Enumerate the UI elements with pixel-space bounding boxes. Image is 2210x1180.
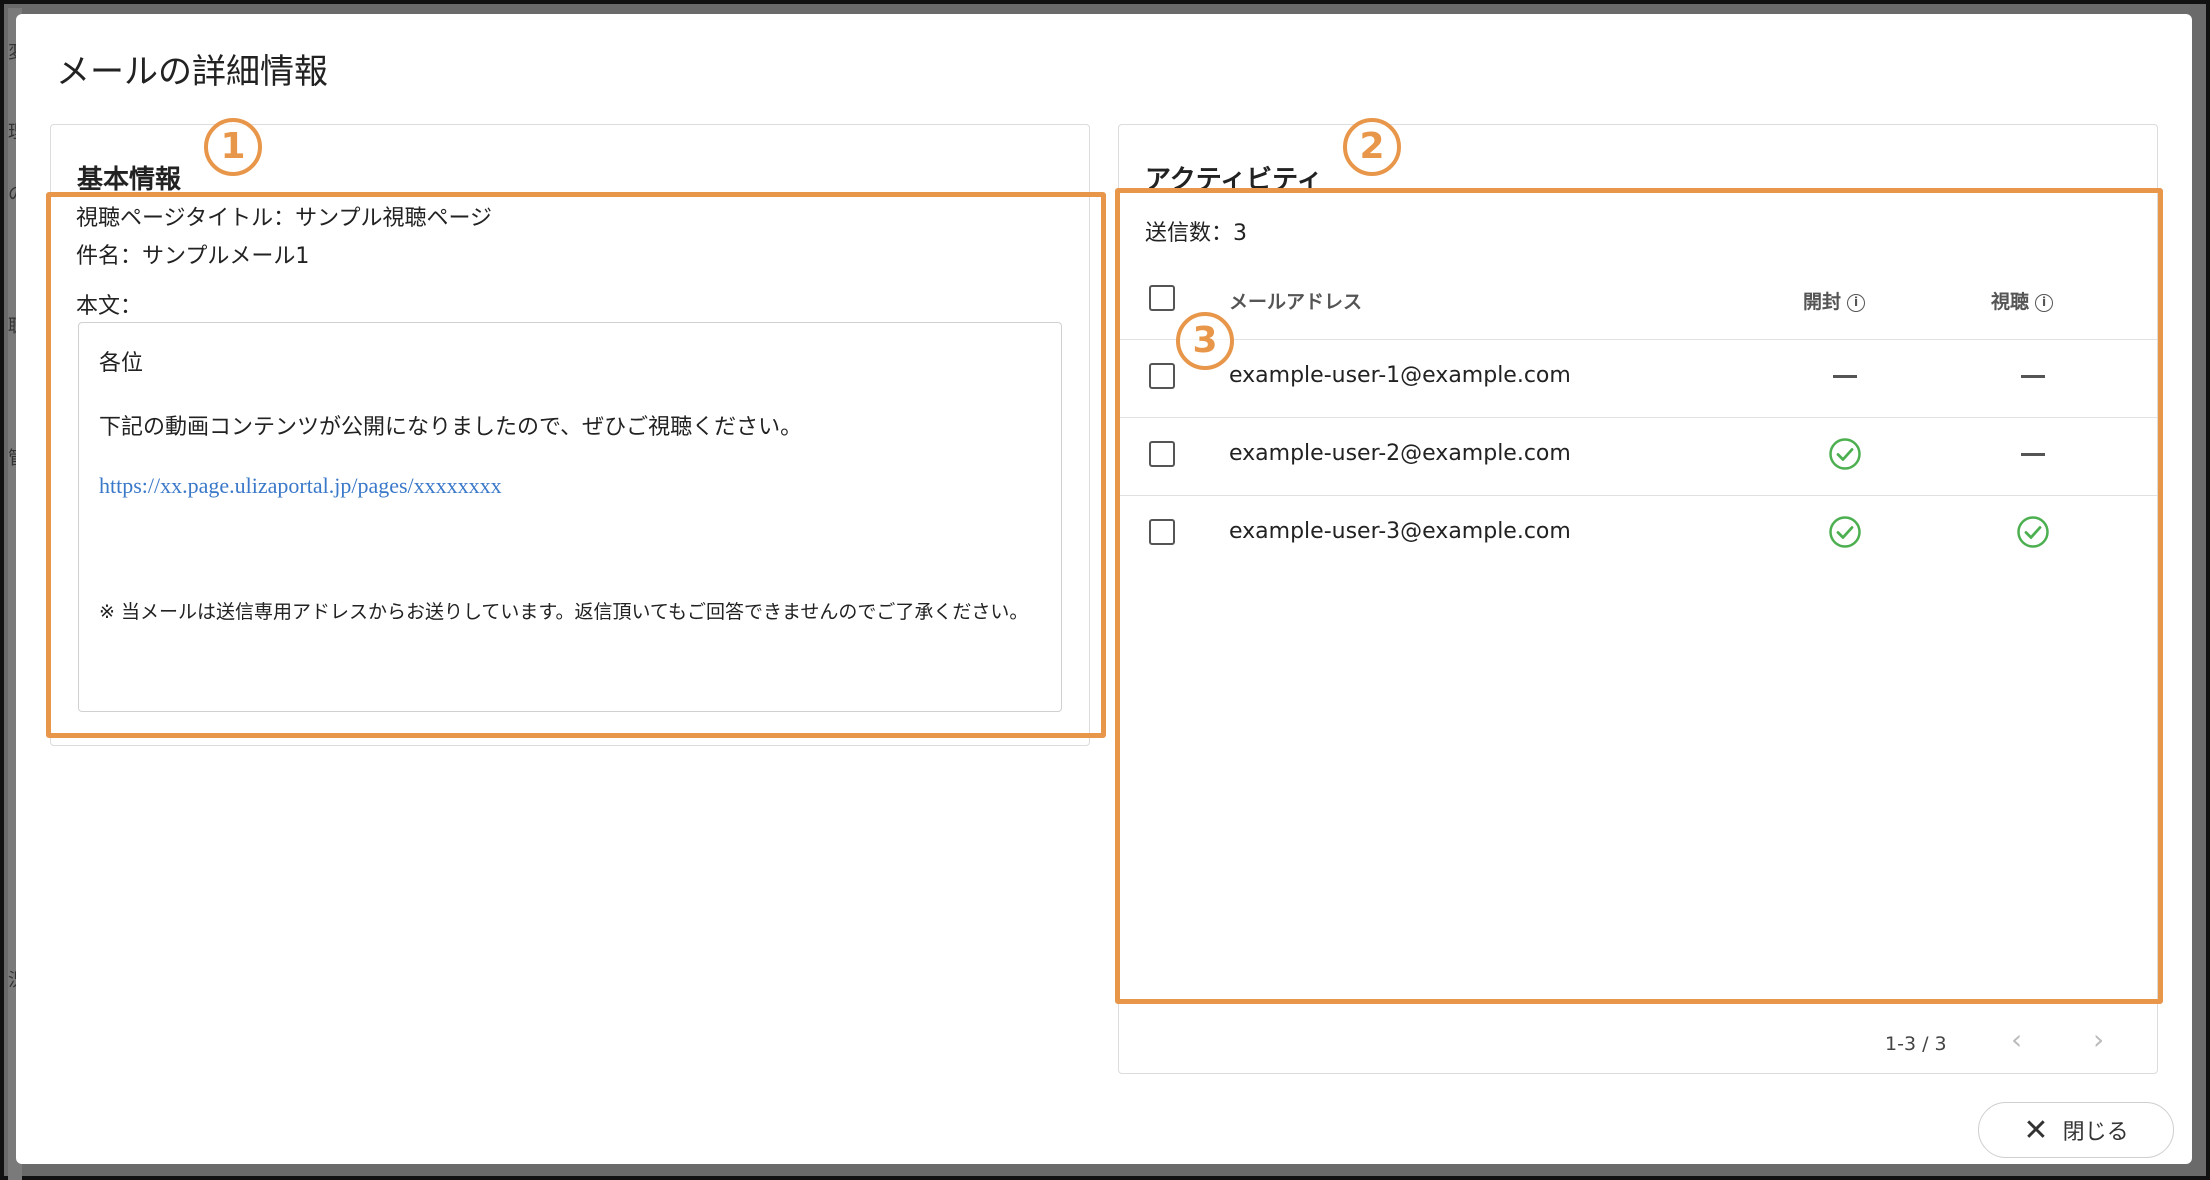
body-note: ※ 当メールは送信専用アドレスからお送りしています。返信頂いてもご回答できません… xyxy=(99,601,1029,623)
close-button[interactable]: ✕ 閉じる xyxy=(1978,1102,2174,1158)
callout-2: 2 xyxy=(1343,118,1401,176)
row-divider xyxy=(1119,417,2157,418)
column-header-viewed-label: 視聴 xyxy=(1991,291,2030,313)
info-icon[interactable]: i xyxy=(2035,293,2054,312)
column-header-opened-label: 開封 xyxy=(1803,291,1842,313)
callout-1: 1 xyxy=(204,118,262,176)
dialog-title: メールの詳細情報 xyxy=(56,52,328,92)
prev-page-chevron-left-icon[interactable]: ‹ xyxy=(2011,1023,2022,1056)
not-opened-dash-icon xyxy=(1833,375,1857,378)
not-viewed-dash-icon xyxy=(2021,453,2045,456)
row-checkbox[interactable] xyxy=(1149,519,1175,545)
column-header-opened: 開封 i xyxy=(1803,287,1866,314)
row-checkbox[interactable] xyxy=(1149,441,1175,467)
close-button-label: 閉じる xyxy=(2062,1120,2129,1145)
column-header-viewed: 視聴 i xyxy=(1991,287,2054,314)
select-all-checkbox[interactable] xyxy=(1149,285,1175,311)
body-line: 下記の動画コンテンツが公開になりましたので、ぜひご視聴ください。 xyxy=(99,415,803,440)
activity-card: アクティビティ 送信数：3 メールアドレス 開封 i 視聴 i example-us… xyxy=(1118,124,2158,1074)
viewed-check-icon xyxy=(2017,516,2049,548)
subject-line: 件名：サンプルメール1 xyxy=(76,244,310,269)
opened-check-icon xyxy=(1829,438,1861,470)
mail-detail-dialog: メールの詳細情報 基本情報 1 視聴ページタイトル：サンプル視聴ページ 件名：サ… xyxy=(16,14,2192,1164)
body-greeting: 各位 xyxy=(99,351,144,376)
opened-check-icon xyxy=(1829,516,1861,548)
row-divider xyxy=(1119,495,2157,496)
body-label: 本文： xyxy=(76,294,143,319)
info-icon[interactable]: i xyxy=(1847,293,1866,312)
callout-3: 3 xyxy=(1176,312,1234,370)
row-email: example-user-3@example.com xyxy=(1229,519,1571,544)
body-link[interactable]: https://xx.page.ulizaportal.jp/pages/xxx… xyxy=(99,473,502,499)
mail-body-box: 各位 下記の動画コンテンツが公開になりましたので、ぜひご視聴ください。 http… xyxy=(78,322,1062,712)
not-viewed-dash-icon xyxy=(2021,375,2045,378)
next-page-chevron-right-icon[interactable]: › xyxy=(2093,1023,2104,1056)
row-email: example-user-2@example.com xyxy=(1229,441,1571,466)
basic-info-title: 基本情報 xyxy=(77,165,182,195)
column-header-email: メールアドレス xyxy=(1229,291,1363,313)
pagination-range: 1-3 / 3 xyxy=(1885,1033,1947,1055)
page-title-line: 視聴ページタイトル：サンプル視聴ページ xyxy=(76,206,493,231)
row-divider xyxy=(1119,339,2157,340)
row-email: example-user-1@example.com xyxy=(1229,363,1571,388)
activity-title: アクティビティ xyxy=(1145,165,1323,195)
row-checkbox[interactable] xyxy=(1149,363,1175,389)
sent-count: 送信数：3 xyxy=(1145,221,1247,246)
close-icon: ✕ xyxy=(2023,1112,2049,1148)
